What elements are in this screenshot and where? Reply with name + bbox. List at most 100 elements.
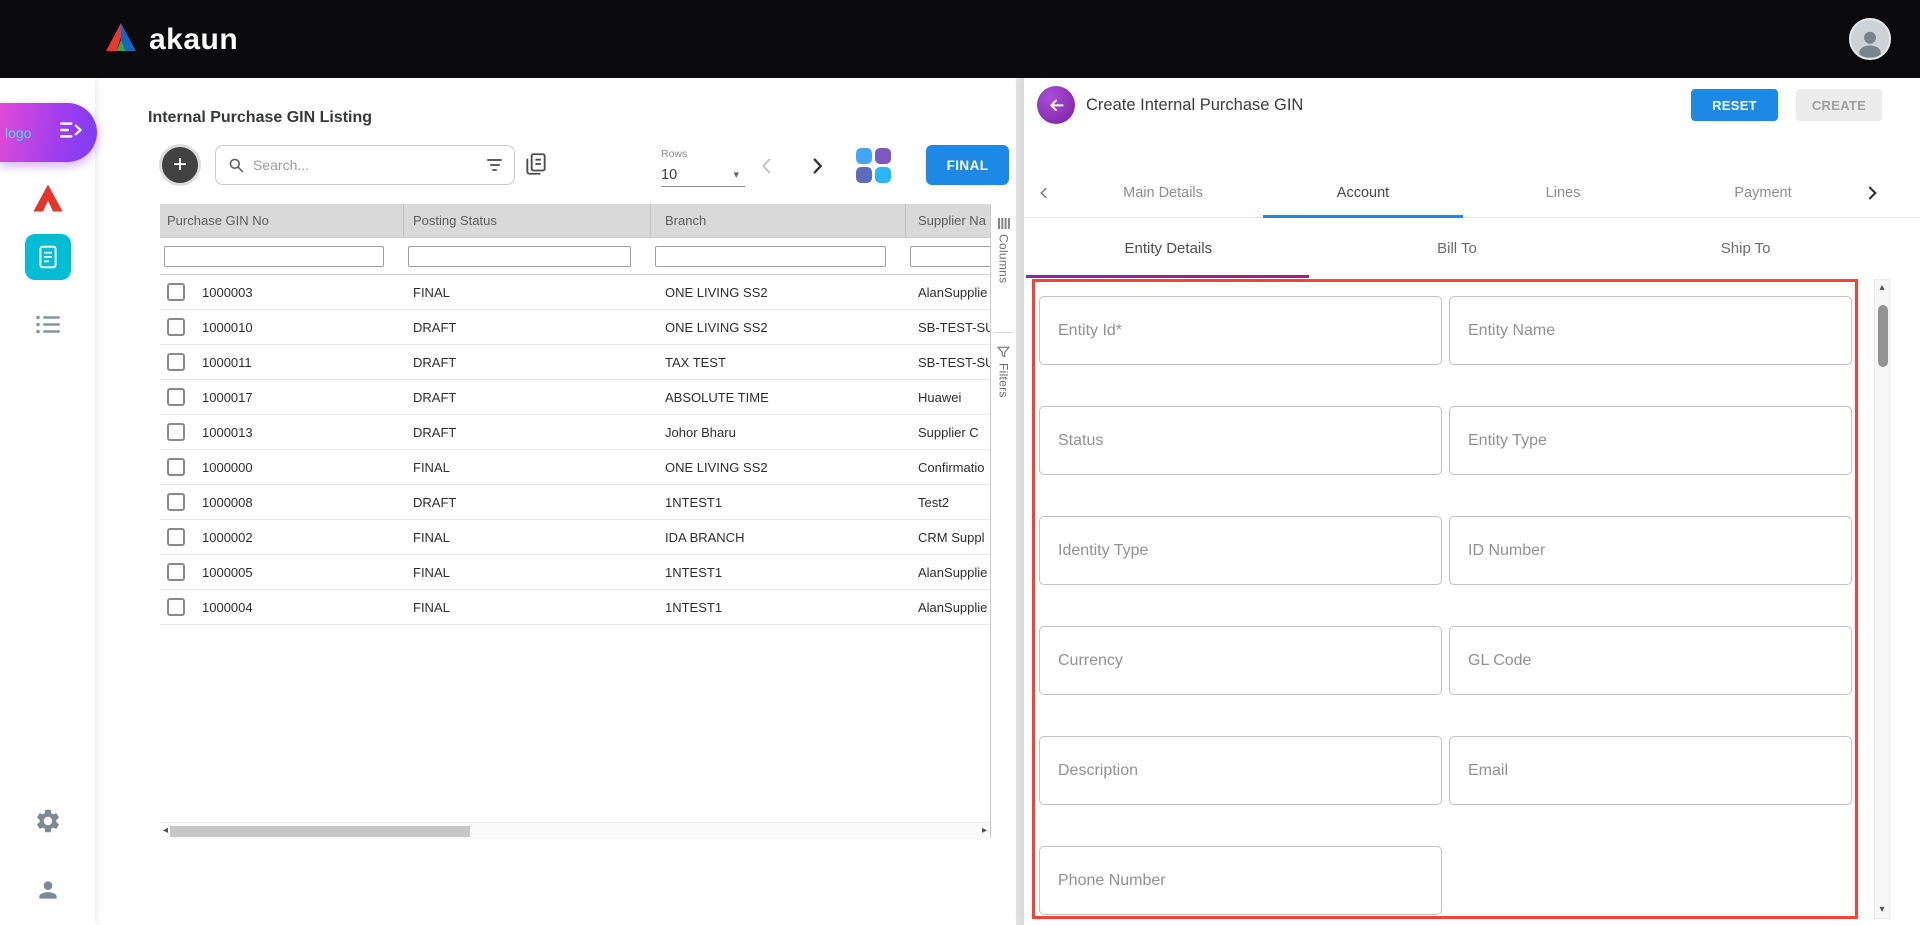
filter-input-posting-status[interactable] (408, 246, 631, 267)
rows-per-page-select[interactable]: Rows 10 ▾ (661, 148, 745, 187)
sidebar-logo-chip[interactable]: logo (0, 103, 97, 162)
table-row[interactable]: 1000008 DRAFT 1NTEST1 Test2 (160, 485, 990, 520)
sidebar-settings-button[interactable] (34, 807, 62, 835)
tabs-scroll-right-button[interactable] (1862, 183, 1882, 208)
filters-tab[interactable]: Filters (991, 346, 1016, 398)
tab-account[interactable]: Account (1263, 185, 1463, 201)
create-button[interactable]: CREATE (1796, 89, 1882, 121)
table-row[interactable]: 1000002 FINAL IDA BRANCH CRM Suppl (160, 520, 990, 555)
filter-input-supplier-name[interactable] (910, 246, 990, 267)
add-button[interactable]: + (159, 144, 201, 186)
table-row[interactable]: 1000010 DRAFT ONE LIVING SS2 SB-TEST-SU (160, 310, 990, 345)
user-avatar[interactable] (1849, 18, 1891, 60)
cell-posting-status: FINAL (404, 450, 651, 484)
cell-branch: ONE LIVING SS2 (651, 310, 906, 344)
table-row[interactable]: 1000017 DRAFT ABSOLUTE TIME Huawei (160, 380, 990, 415)
cell-supplier-name: Huawei (906, 380, 990, 414)
text-field[interactable]: Description (1039, 736, 1442, 805)
next-page-button[interactable] (806, 155, 828, 182)
cell-purchase-gin-no: 1000011 (202, 355, 252, 370)
search-input[interactable] (253, 157, 478, 173)
sidebar-profile-button[interactable] (35, 877, 61, 903)
sidebar-item-invoice[interactable] (25, 234, 71, 280)
vertical-scroll-thumb[interactable] (1878, 305, 1888, 367)
back-arrow-icon (1045, 94, 1067, 116)
filter-input-branch[interactable] (655, 246, 886, 267)
table-row[interactable]: 1000003 FINAL ONE LIVING SS2 AlanSupplie (160, 275, 990, 310)
row-checkbox[interactable] (167, 353, 185, 371)
apps-grid-button[interactable] (852, 144, 894, 186)
text-field[interactable]: Identity Type (1039, 516, 1442, 585)
final-status-button[interactable]: FINAL (926, 145, 1009, 185)
table-row[interactable]: 1000013 DRAFT Johor Bharu Supplier C (160, 415, 990, 450)
brand[interactable]: akaun (103, 20, 238, 59)
header-purchase-gin-no[interactable]: Purchase GIN No (160, 204, 404, 237)
text-field[interactable]: Currency (1039, 626, 1442, 695)
duplicate-pages-button[interactable] (523, 151, 549, 182)
search-box[interactable] (215, 145, 515, 185)
text-field[interactable]: ID Number (1449, 516, 1852, 585)
reset-button[interactable]: RESET (1691, 89, 1778, 121)
row-checkbox[interactable] (167, 458, 185, 476)
cell-supplier-name: Test2 (906, 485, 990, 519)
row-checkbox[interactable] (167, 283, 185, 301)
cell-branch: 1NTEST1 (651, 485, 906, 519)
cell-branch: ABSOLUTE TIME (651, 380, 906, 414)
row-checkbox[interactable] (167, 423, 185, 441)
text-field[interactable]: Email (1449, 736, 1852, 805)
tab-main-details[interactable]: Main Details (1063, 185, 1263, 201)
subtab-ship-to[interactable]: Ship To (1601, 218, 1890, 278)
cell-supplier-name: CRM Suppl (906, 520, 990, 554)
subtab-bill-to[interactable]: Bill To (1313, 218, 1602, 278)
pdf-icon (30, 181, 66, 215)
text-field[interactable]: Entity Type (1449, 406, 1852, 475)
sidebar-item-listing[interactable] (35, 314, 61, 335)
table-row[interactable]: 1000011 DRAFT TAX TEST SB-TEST-SU (160, 345, 990, 380)
text-field[interactable]: Phone Number (1039, 846, 1442, 915)
prev-page-button[interactable] (756, 155, 778, 182)
subtab-entity-details[interactable]: Entity Details (1024, 218, 1313, 278)
scroll-down-arrow-icon[interactable]: ▾ (1879, 905, 1884, 915)
cell-branch: ONE LIVING SS2 (651, 450, 906, 484)
header-supplier-name[interactable]: Supplier Na (906, 204, 990, 237)
table-side-strip: Columns Filters (990, 204, 1016, 838)
cell-posting-status: FINAL (404, 275, 651, 309)
filter-list-icon[interactable] (487, 159, 502, 171)
text-field[interactable]: Status (1039, 406, 1442, 475)
table-body: 1000003 FINAL ONE LIVING SS2 AlanSupplie… (160, 275, 990, 625)
table-header-row: Purchase GIN No Posting Status Branch Su… (160, 204, 990, 238)
header-posting-status[interactable]: Posting Status (404, 204, 651, 237)
tab-lines[interactable]: Lines (1463, 185, 1663, 201)
back-button[interactable] (1037, 86, 1075, 124)
listing-panel: Internal Purchase GIN Listing + Rows 10 … (95, 78, 1016, 925)
text-field[interactable]: Entity Id* (1039, 296, 1442, 365)
columns-tab[interactable]: Columns (991, 218, 1016, 283)
row-checkbox[interactable] (167, 388, 185, 406)
header-branch[interactable]: Branch (651, 204, 906, 237)
cell-posting-status: DRAFT (404, 345, 651, 379)
scroll-left-arrow-icon[interactable]: ◂ (163, 826, 168, 836)
tab-payment[interactable]: Payment (1663, 185, 1863, 201)
horizontal-scroll-thumb[interactable] (170, 826, 470, 837)
text-field[interactable]: GL Code (1449, 626, 1852, 695)
text-field[interactable]: Entity Name (1449, 296, 1852, 365)
table-row[interactable]: 1000005 FINAL 1NTEST1 AlanSupplie (160, 555, 990, 590)
filter-input-purchase-gin-no[interactable] (164, 246, 384, 267)
table-row[interactable]: 1000004 FINAL 1NTEST1 AlanSupplie (160, 590, 990, 625)
scroll-up-arrow-icon[interactable]: ▴ (1879, 283, 1884, 293)
row-checkbox[interactable] (167, 598, 185, 616)
cell-branch: IDA BRANCH (651, 520, 906, 554)
row-checkbox[interactable] (167, 563, 185, 581)
filters-tab-label: Filters (997, 363, 1011, 398)
row-checkbox[interactable] (167, 318, 185, 336)
tabs-scroll-left-button[interactable] (1024, 184, 1063, 202)
row-checkbox[interactable] (167, 493, 185, 511)
table-row[interactable]: 1000000 FINAL ONE LIVING SS2 Confirmatio (160, 450, 990, 485)
gear-icon (34, 807, 62, 835)
vertical-scrollbar[interactable]: ▴ ▾ (1874, 279, 1890, 919)
row-checkbox[interactable] (167, 528, 185, 546)
sidebar-item-pdf[interactable] (30, 181, 66, 215)
horizontal-scrollbar[interactable]: ◂ ▸ (160, 822, 990, 839)
table-filter-row (160, 238, 990, 275)
scroll-right-arrow-icon[interactable]: ▸ (982, 826, 987, 836)
